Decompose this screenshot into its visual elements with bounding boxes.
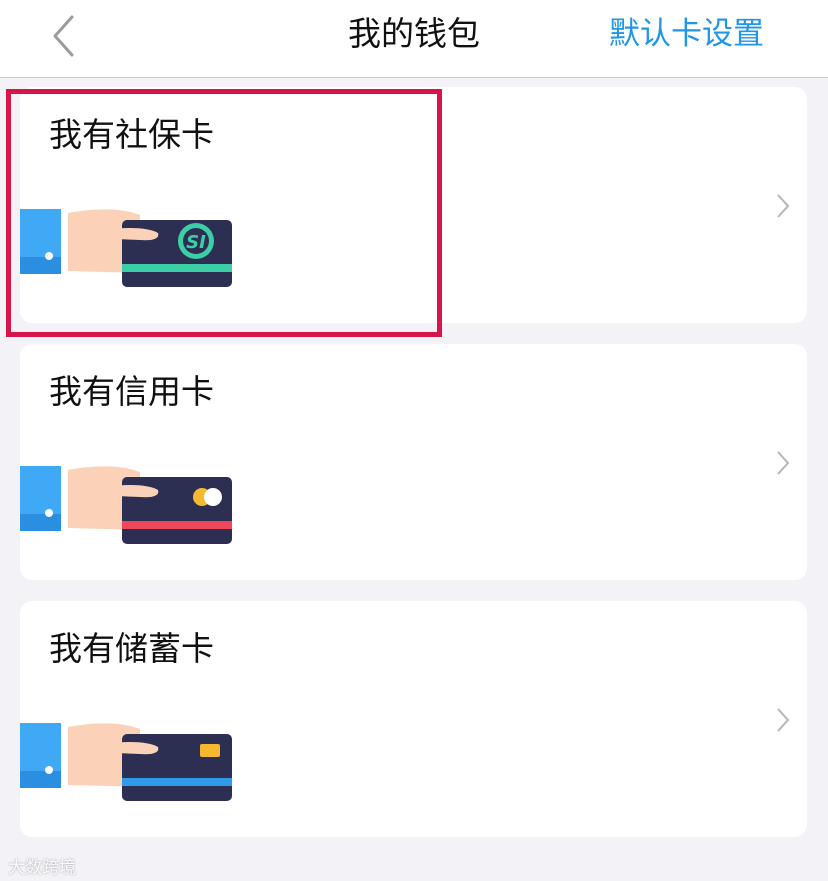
card-label: 我有信用卡 — [49, 372, 214, 411]
card-label: 我有社保卡 — [49, 115, 214, 154]
chevron-right-icon — [777, 451, 790, 475]
credit-card-icon — [20, 466, 232, 544]
nav-bar: 我的钱包 默认卡设置 — [0, 0, 828, 78]
chevron-right-icon — [777, 194, 790, 218]
social-security-card-icon: SI — [20, 209, 232, 287]
default-card-settings-button[interactable]: 默认卡设置 — [609, 12, 764, 56]
card-credit[interactable]: 我有信用卡 — [20, 344, 807, 580]
debit-card-icon — [20, 723, 232, 801]
card-social-security[interactable]: 我有社保卡 SI — [20, 87, 807, 323]
watermark: 大数跨境 — [8, 858, 76, 878]
chevron-right-icon — [777, 708, 790, 732]
si-emblem-text: SI — [186, 232, 206, 253]
card-debit[interactable]: 我有储蓄卡 — [20, 601, 807, 837]
card-label: 我有储蓄卡 — [49, 629, 214, 668]
